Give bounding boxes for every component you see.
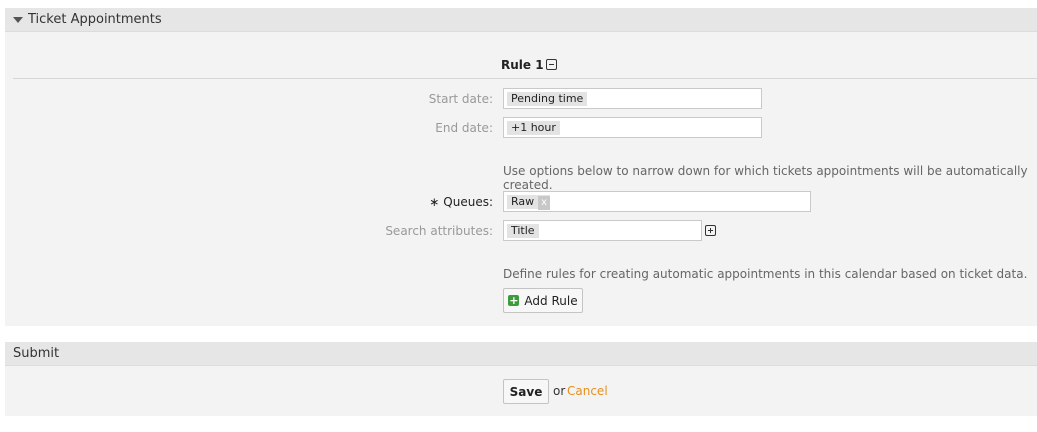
collapse-minus-icon[interactable] xyxy=(546,59,557,70)
search-attributes-field[interactable]: Title xyxy=(503,220,702,241)
save-button[interactable]: Save xyxy=(503,379,549,404)
save-label: Save xyxy=(509,384,543,399)
end-date-label: End date: xyxy=(435,121,493,135)
remove-tag-icon[interactable]: x xyxy=(538,196,551,210)
ticket-appointments-panel: Ticket Appointments Rule 1 Start date: P… xyxy=(5,8,1037,326)
cancel-link[interactable]: Cancel xyxy=(567,384,608,398)
add-rule-plus-icon: + xyxy=(508,294,520,307)
queues-field[interactable]: Raw x xyxy=(503,191,811,212)
add-rule-label: Add Rule xyxy=(524,293,578,308)
submit-header: Submit xyxy=(5,342,1037,366)
rule-divider xyxy=(13,78,1037,79)
search-attributes-value: Title xyxy=(507,224,539,238)
define-rules-note: Define rules for creating automatic appo… xyxy=(503,267,1028,281)
start-date-value: Pending time xyxy=(507,92,588,106)
add-rule-button[interactable]: + Add Rule xyxy=(503,288,583,313)
queues-label-text: Queues: xyxy=(443,195,493,209)
queues-value: Raw xyxy=(511,195,535,208)
narrow-down-note: Use options below to narrow down for whi… xyxy=(503,164,1028,192)
ticket-appointments-header[interactable]: Ticket Appointments xyxy=(5,8,1037,32)
submit-panel: Submit Save or Cancel xyxy=(5,342,1037,416)
required-mark: ∗ xyxy=(429,195,440,209)
ticket-appointments-title: Ticket Appointments xyxy=(28,12,162,27)
end-date-value: +1 hour xyxy=(507,121,560,135)
or-text: or xyxy=(553,384,566,398)
submit-title: Submit xyxy=(13,346,60,361)
start-date-field[interactable]: Pending time xyxy=(503,88,762,109)
caret-down-icon[interactable] xyxy=(13,17,23,23)
end-date-field[interactable]: +1 hour xyxy=(503,117,762,138)
queues-tag: Raw x xyxy=(507,195,551,210)
rule-title: Rule 1 xyxy=(501,58,544,72)
add-attribute-plus-icon[interactable] xyxy=(705,225,716,236)
search-attributes-label: Search attributes: xyxy=(385,224,493,238)
queues-label: ∗ Queues: xyxy=(429,195,493,209)
start-date-label: Start date: xyxy=(428,92,493,106)
